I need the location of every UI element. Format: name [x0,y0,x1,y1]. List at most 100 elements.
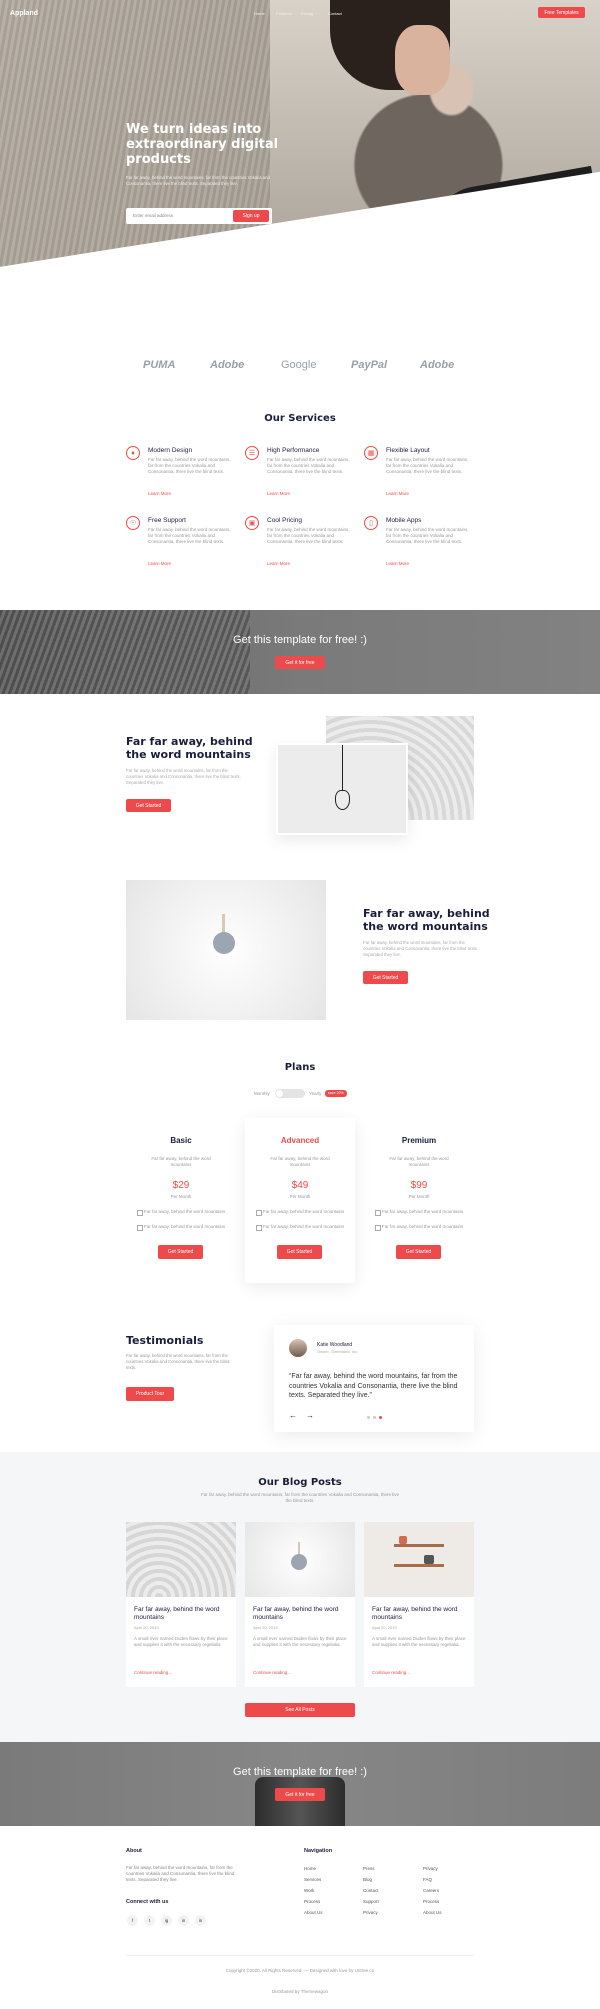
nav-item-pricing[interactable]: Pricing [301,11,313,16]
service-desc: Far far away, behind the word mountains,… [267,457,350,474]
shelf [394,1564,444,1567]
brand-logo-google: Google [281,359,317,371]
service-desc: Far far away, behind the word mountains,… [148,527,231,544]
learn-more-link[interactable]: Learn More [386,491,409,496]
blog-post-title[interactable]: Far far away, behind the word mountains [372,1606,467,1622]
blog-post-image [364,1522,474,1597]
carousel-dot-active[interactable] [379,1416,382,1419]
linkedin-icon[interactable]: in [178,1915,189,1926]
get-started-button[interactable]: Get Started [158,1245,203,1259]
nav-item-features[interactable]: Features [276,11,292,16]
signup-form: Enter email address Sign up [126,208,272,224]
nav-item-contact[interactable]: Contact [328,11,342,16]
testimonials-title: Testimonials [126,1334,204,1347]
blog-post-title[interactable]: Far far away, behind the word mountains [134,1606,229,1622]
get-it-free-button[interactable]: Get it for free [275,656,325,669]
email-input[interactable]: Enter email address [133,213,173,218]
footer-link[interactable]: Services [304,1877,321,1882]
footer-link[interactable]: Support [363,1899,379,1904]
learn-more-link[interactable]: Learn More [148,491,171,496]
carousel-dot[interactable] [373,1416,376,1419]
continue-reading-link[interactable]: Continue reading... [134,1670,172,1675]
plan-feature: Far far away, behind the word mountains [256,1224,347,1231]
plan-period: Per Month [170,1194,192,1199]
toggle-knob [276,1090,283,1097]
footer-link[interactable]: About Us [304,1910,323,1915]
plan-price: $29 [172,1180,190,1191]
plan-name: Basic [170,1136,192,1145]
plan-card-basic: Basic Far far away, behind the word moun… [126,1118,236,1283]
facebook-icon[interactable]: f [127,1915,138,1926]
footer-connect-title: Connect with us [126,1899,169,1905]
brand-logo-adobe-2: Adobe [420,359,455,371]
carousel-dot[interactable] [367,1416,370,1419]
clock-hanger [222,914,225,934]
blog-post-date: April 20, 2019 [372,1625,397,1630]
blog-post-title[interactable]: Far far away, behind the word mountains [253,1606,348,1622]
continue-reading-link[interactable]: Continue reading... [372,1670,410,1675]
footer-link[interactable]: Blog [363,1877,372,1882]
arrow-left-icon[interactable]: ← [289,1411,297,1420]
feature-title: Far far away, behind the word mountains [126,735,253,761]
learn-more-link[interactable]: Learn More [148,561,171,566]
blog-post-card[interactable]: Far far away, behind the word mountains … [126,1522,236,1687]
hero-title: We turn ideas into extraordinary digital… [126,122,279,167]
get-started-button[interactable]: Get Started [277,1245,322,1259]
blog-post-card[interactable]: Far far away, behind the word mountains … [245,1522,355,1687]
footer-link[interactable]: Privacy [423,1866,438,1871]
distributed-by-text: Distributed by Themewagon [272,1989,328,1994]
get-it-free-button[interactable]: Get it for free [275,1788,325,1801]
plan-name: Premium [401,1136,437,1145]
footer-link[interactable]: FAQ [423,1877,432,1882]
billing-toggle[interactable] [275,1089,305,1098]
linkedin-icon-2[interactable]: in [195,1915,206,1926]
product-tour-button[interactable]: Product Tour [126,1387,174,1401]
feature-desc: Far far away, behind the word mountains,… [126,768,241,785]
footer-link[interactable]: Home [304,1866,316,1871]
footer-link[interactable]: Process [423,1899,439,1904]
plan-card-premium: Premium Far far away, behind the word mo… [364,1118,474,1283]
blog-section: Our Blog Posts Far far away, behind the … [0,1452,600,1742]
footer-link[interactable]: Contact [363,1888,379,1893]
avatar [289,1339,307,1357]
sign-up-button[interactable]: Sign up [233,210,269,222]
cta-text: Get this template for free! :) [233,634,367,646]
footer-link[interactable]: Careers [423,1888,439,1893]
see-all-posts-button[interactable]: See All Posts [245,1703,355,1717]
testimonial-quote: “Far far away, behind the word mountains… [289,1373,458,1399]
footer-link[interactable]: Process [304,1899,320,1904]
footer-divider [126,1955,474,1956]
service-desc: Far far away, behind the word mountains,… [148,457,231,474]
feature-image-lamp [276,743,408,835]
feature-desc: Far far away, behind the word mountains,… [363,940,478,957]
footer-link[interactable]: Press [363,1866,375,1871]
tag-icon: ♦ [126,446,140,460]
get-started-button[interactable]: Get Started [126,799,171,812]
blog-post-card[interactable]: Far far away, behind the word mountains … [364,1522,474,1687]
shelf-item [424,1555,434,1564]
learn-more-link[interactable]: Learn More [267,561,290,566]
footer-link[interactable]: Privacy [363,1910,378,1915]
footer-link[interactable]: About Us [423,1910,442,1915]
service-desc: Far far away, behind the word mountains,… [267,527,350,544]
feature-title: Far far away, behind the word mountains [363,907,490,933]
free-templates-button[interactable]: Free Templates [538,7,585,18]
twitter-icon[interactable]: t [144,1915,155,1926]
lifebuoy-icon: ☉ [126,516,140,530]
service-title: Modern Design [148,447,193,454]
nav-item-home[interactable]: Home [254,11,265,16]
arrow-right-icon[interactable]: → [306,1411,314,1420]
get-started-button[interactable]: Get Started [396,1245,441,1259]
get-started-button[interactable]: Get Started [363,971,408,984]
service-title: Free Support [148,517,186,524]
learn-more-link[interactable]: Learn More [386,561,409,566]
learn-more-link[interactable]: Learn More [267,491,290,496]
shelf-item [399,1536,407,1544]
service-title: Cool Pricing [267,517,303,524]
cta-banner-2: Get this template for free! :) Get it fo… [0,1742,600,1826]
blog-post-excerpt: A small river named Duden flows by their… [253,1636,347,1647]
instagram-icon[interactable]: ig [161,1915,172,1926]
footer-link[interactable]: Work [304,1888,314,1893]
site-logo[interactable]: Appland [10,10,38,17]
continue-reading-link[interactable]: Continue reading... [253,1670,291,1675]
